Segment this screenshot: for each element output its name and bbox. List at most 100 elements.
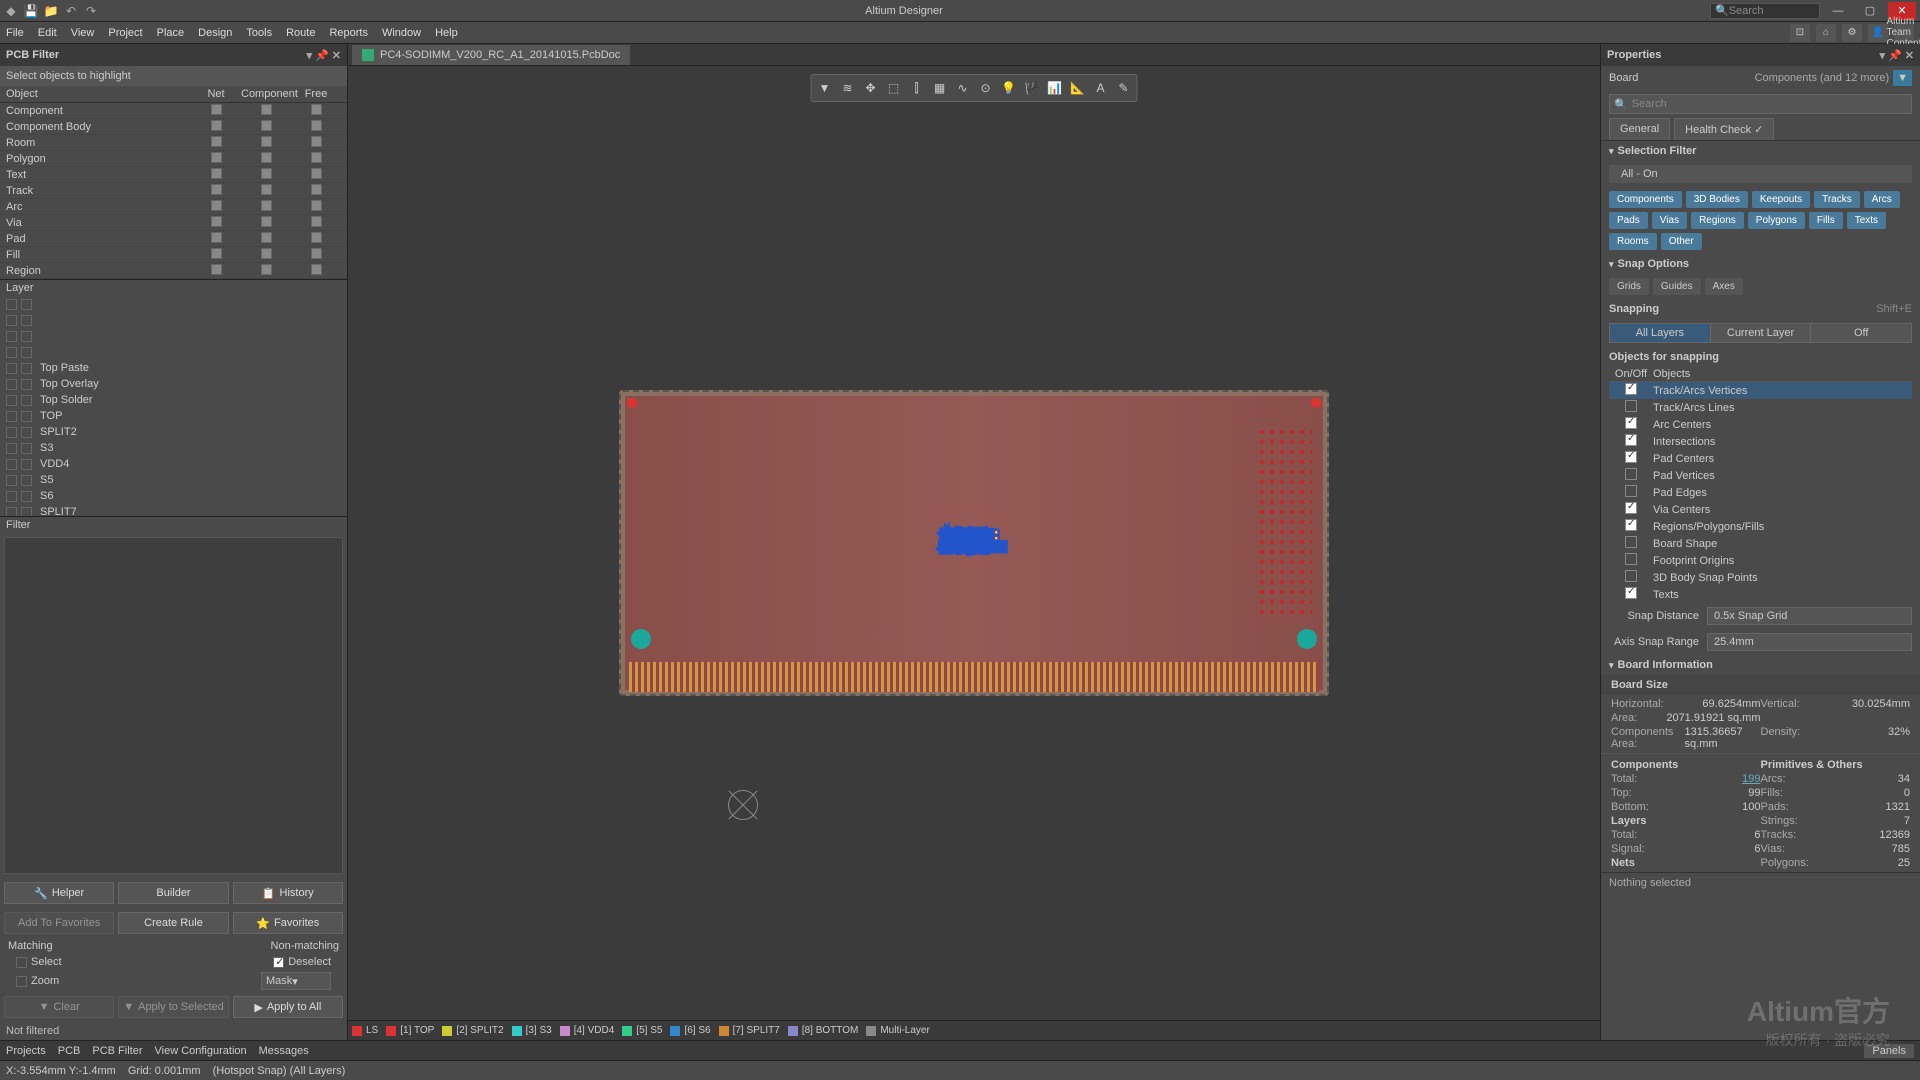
zoom-check[interactable]: Zoom (16, 972, 59, 990)
snap-object-row[interactable]: Track/Arcs Lines (1609, 399, 1912, 416)
pin-icon[interactable]: 📌 (1888, 49, 1902, 62)
all-on-button[interactable]: All - On (1609, 165, 1912, 183)
menu-reports[interactable]: Reports (329, 27, 368, 39)
snap-object-row[interactable]: Arc Centers (1609, 416, 1912, 433)
menu-project[interactable]: Project (108, 27, 142, 39)
snapping-segmented[interactable]: All Layers Current Layer Off (1609, 323, 1912, 343)
filter-pill[interactable]: 3D Bodies (1686, 191, 1748, 208)
board-info-header[interactable]: Board Information (1601, 655, 1920, 675)
idea-icon[interactable]: 💡 (999, 78, 1019, 98)
layer-row[interactable] (0, 312, 347, 328)
dropdown-icon[interactable]: ▾ (307, 49, 313, 62)
layer-tab[interactable]: Multi-Layer (866, 1025, 929, 1036)
seg-current-layer[interactable]: Current Layer (1711, 324, 1812, 342)
tab-general[interactable]: General (1609, 118, 1670, 140)
flag-icon[interactable]: 🏴 (1022, 78, 1042, 98)
snap-object-row[interactable]: Via Centers (1609, 501, 1912, 518)
layer-row[interactable]: SPLIT7 (0, 504, 347, 516)
object-row[interactable]: Room (0, 135, 347, 151)
panels-button[interactable]: Panels (1864, 1044, 1914, 1058)
menu-place[interactable]: Place (157, 27, 185, 39)
via-icon[interactable]: ⊙ (976, 78, 996, 98)
filter-pill[interactable]: Texts (1847, 212, 1886, 229)
filter-pill[interactable]: Vias (1652, 212, 1687, 229)
history-button[interactable]: 📋 History (233, 882, 343, 904)
apply-selected-button[interactable]: ▼ Apply to Selected (118, 996, 228, 1018)
filter-pill[interactable]: Rooms (1609, 233, 1657, 250)
axis-range-input[interactable]: 25.4mm (1707, 633, 1912, 651)
layer-tab[interactable]: [7] SPLIT7 (719, 1025, 780, 1036)
seg-all-layers[interactable]: All Layers (1610, 324, 1711, 342)
filter-pill[interactable]: Arcs (1864, 191, 1900, 208)
clear-button[interactable]: ▼ Clear (4, 996, 114, 1018)
tab-messages[interactable]: Messages (259, 1045, 309, 1057)
snap-object-row[interactable]: Pad Vertices (1609, 467, 1912, 484)
layer-row[interactable]: S6 (0, 488, 347, 504)
snap-object-row[interactable]: Track/Arcs Vertices (1609, 382, 1912, 399)
pcb-board[interactable]: 查询语言： 基本概念III (619, 390, 1329, 696)
add-favorites-button[interactable]: Add To Favorites (4, 912, 114, 934)
snap-distance-input[interactable]: 0.5x Snap Grid (1707, 607, 1912, 625)
layer-tab[interactable]: [5] S5 (622, 1025, 662, 1036)
layer-row[interactable]: SPLIT2 (0, 424, 347, 440)
layer-row[interactable]: TOP (0, 408, 347, 424)
dropdown-icon[interactable]: ▾ (1880, 49, 1886, 62)
filter-pill[interactable]: Other (1661, 233, 1702, 250)
menu-tools[interactable]: Tools (246, 27, 272, 39)
grids-button[interactable]: Grids (1609, 278, 1649, 295)
guides-button[interactable]: Guides (1653, 278, 1701, 295)
tab-health[interactable]: Health Check ✓ (1674, 118, 1774, 140)
components-more[interactable]: Components (and 12 more) (1755, 72, 1890, 84)
menu-edit[interactable]: Edit (38, 27, 57, 39)
panel-close-icon[interactable]: ✕ (1905, 49, 1914, 62)
undo-icon[interactable]: ↶ (64, 4, 78, 18)
settings-icon[interactable]: ⚙ (1842, 24, 1862, 42)
component-icon[interactable]: ▦ (930, 78, 950, 98)
layer-tab[interactable]: [8] BOTTOM (788, 1025, 859, 1036)
share-icon[interactable]: ⊡ (1790, 24, 1810, 42)
layer-row[interactable] (0, 328, 347, 344)
filter-pill[interactable]: Tracks (1814, 191, 1860, 208)
snap-object-row[interactable]: Intersections (1609, 433, 1912, 450)
minimize-button[interactable]: — (1824, 2, 1852, 20)
menu-route[interactable]: Route (286, 27, 315, 39)
layer-row[interactable] (0, 344, 347, 360)
favorites-button[interactable]: ⭐ Favorites (233, 912, 343, 934)
pcb-canvas[interactable]: ▼ ≋ ✥ ⬚ ⫿ ▦ ∿ ⊙ 💡 🏴 📊 📐 A ✎ (348, 66, 1600, 1020)
select-check[interactable]: Select (16, 956, 62, 968)
properties-search[interactable]: 🔍 Search (1609, 94, 1912, 114)
layer-row[interactable]: S5 (0, 472, 347, 488)
layer-tab[interactable]: [1] TOP (386, 1025, 434, 1036)
tab-pcb-filter[interactable]: PCB Filter (92, 1045, 142, 1057)
global-search[interactable]: 🔍 Search (1710, 3, 1820, 19)
filter-pill[interactable]: Fills (1809, 212, 1843, 229)
filter-pill[interactable]: Pads (1609, 212, 1648, 229)
align-icon[interactable]: ⫿ (907, 78, 927, 98)
mask-select[interactable]: Mask ▾ (261, 972, 331, 990)
text-icon[interactable]: A (1091, 78, 1111, 98)
filter-query-box[interactable] (4, 537, 343, 874)
menu-help[interactable]: Help (435, 27, 458, 39)
layer-row[interactable]: Top Overlay (0, 376, 347, 392)
layer-tab[interactable]: LS (352, 1025, 378, 1036)
pen-icon[interactable]: ✎ (1114, 78, 1134, 98)
object-row[interactable]: Component (0, 103, 347, 119)
layer-row[interactable]: S3 (0, 440, 347, 456)
axes-button[interactable]: Axes (1705, 278, 1743, 295)
menu-window[interactable]: Window (382, 27, 421, 39)
create-rule-button[interactable]: Create Rule (118, 912, 228, 934)
filter-pill[interactable]: Regions (1691, 212, 1744, 229)
snap-object-row[interactable]: Pad Edges (1609, 484, 1912, 501)
home-icon[interactable]: ⌂ (1816, 24, 1836, 42)
object-row[interactable]: Via (0, 215, 347, 231)
layer-tab[interactable]: [4] VDD4 (560, 1025, 615, 1036)
user-icon[interactable]: 👤 (1868, 24, 1888, 42)
filter-pill[interactable]: Components (1609, 191, 1682, 208)
select-icon[interactable]: ⬚ (884, 78, 904, 98)
save-icon[interactable]: 💾 (24, 4, 38, 18)
move-icon[interactable]: ✥ (861, 78, 881, 98)
layer-row[interactable]: Top Paste (0, 360, 347, 376)
lasso-icon[interactable]: ≋ (838, 78, 858, 98)
chart-icon[interactable]: 📊 (1045, 78, 1065, 98)
menu-view[interactable]: View (71, 27, 95, 39)
